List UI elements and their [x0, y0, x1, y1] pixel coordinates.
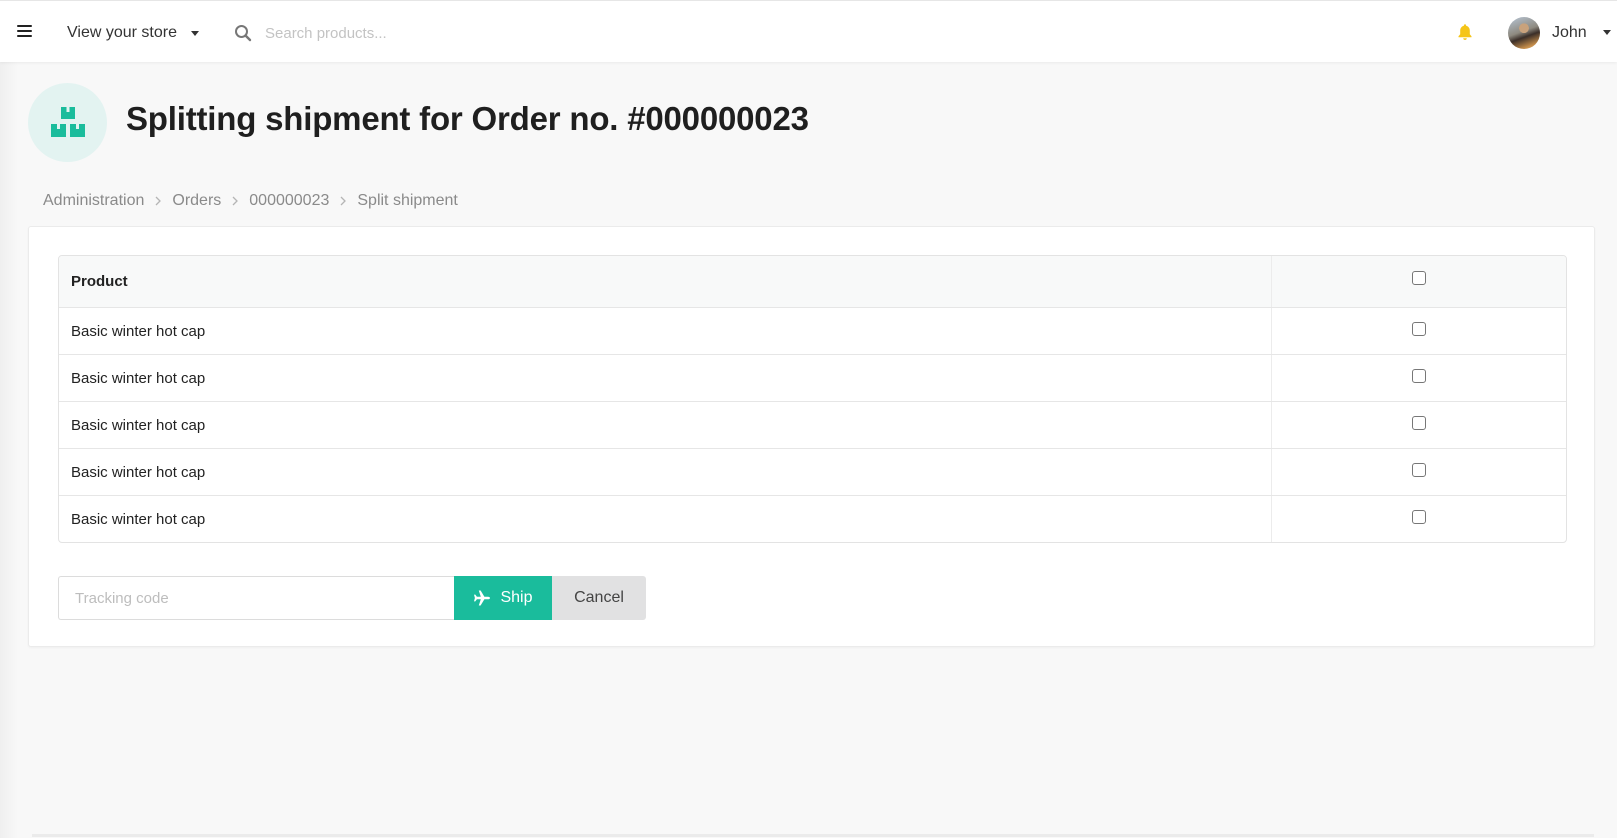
row-checkbox[interactable] [1412, 463, 1426, 477]
cancel-button[interactable]: Cancel [552, 576, 646, 620]
row-checkbox[interactable] [1412, 322, 1426, 336]
select-all-checkbox[interactable] [1412, 271, 1426, 285]
tracking-code-input[interactable] [58, 576, 454, 620]
chevron-right-icon [155, 196, 162, 206]
chevron-right-icon [232, 196, 239, 206]
search-input[interactable] [265, 24, 565, 42]
view-store-label: View your store [67, 24, 177, 41]
product-name: Basic winter hot cap [59, 355, 1272, 401]
breadcrumb-order-number[interactable]: 000000023 [249, 192, 329, 210]
product-name: Basic winter hot cap [59, 402, 1272, 448]
footer-divider [32, 834, 1594, 837]
table-row: Basic winter hot cap [59, 354, 1566, 401]
caret-down-icon [190, 30, 199, 36]
breadcrumb: Administration Orders 000000023 Split sh… [43, 192, 458, 210]
hamburger-icon[interactable] [17, 25, 32, 37]
avatar [1508, 16, 1540, 49]
products-table: Product Basic winter hot cap Basic winte… [58, 255, 1567, 543]
table-row: Basic winter hot cap [59, 448, 1566, 495]
split-shipment-card: Product Basic winter hot cap Basic winte… [28, 226, 1595, 647]
product-name: Basic winter hot cap [59, 308, 1272, 354]
sidebar-edge-shadow [0, 62, 18, 838]
chevron-right-icon [340, 196, 347, 206]
view-store-dropdown[interactable]: View your store [67, 21, 199, 45]
row-checkbox[interactable] [1412, 416, 1426, 430]
breadcrumb-administration[interactable]: Administration [43, 192, 144, 210]
ship-button[interactable]: Ship [454, 576, 552, 620]
breadcrumb-current: Split shipment [357, 192, 458, 209]
table-row: Basic winter hot cap [59, 401, 1566, 448]
bell-icon[interactable] [1457, 23, 1473, 41]
top-navbar: View your store John [0, 0, 1617, 62]
ship-form: Ship Cancel [58, 576, 646, 620]
user-dropdown[interactable]: John [1508, 16, 1611, 49]
table-header-row: Product [59, 256, 1566, 307]
column-header-product: Product [59, 256, 1272, 307]
breadcrumb-orders[interactable]: Orders [172, 192, 221, 210]
caret-down-icon [1602, 30, 1611, 35]
ship-label: Ship [500, 589, 533, 606]
search-icon [235, 25, 252, 42]
plane-icon [474, 590, 491, 606]
table-row: Basic winter hot cap [59, 307, 1566, 354]
product-name: Basic winter hot cap [59, 449, 1272, 495]
page-header-icon [28, 83, 107, 162]
user-name: John [1552, 23, 1587, 41]
table-row: Basic winter hot cap [59, 495, 1566, 542]
page-title: Splitting shipment for Order no. #000000… [126, 100, 809, 137]
search-bar [234, 19, 565, 47]
row-checkbox[interactable] [1412, 369, 1426, 383]
row-checkbox[interactable] [1412, 510, 1426, 524]
boxes-icon [50, 106, 85, 137]
product-name: Basic winter hot cap [59, 496, 1272, 542]
